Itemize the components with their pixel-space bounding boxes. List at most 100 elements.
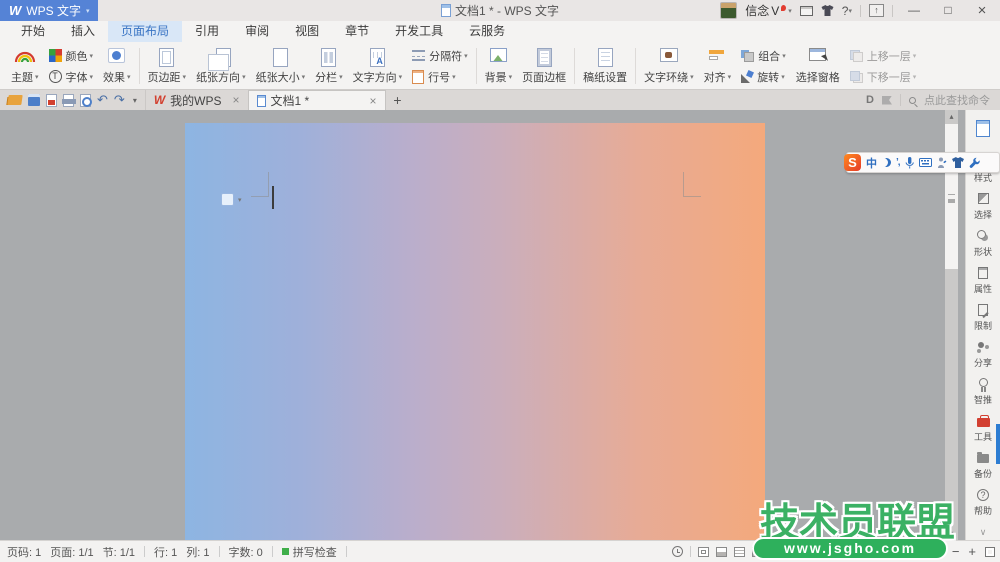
outline-view-icon[interactable] [734,547,745,557]
colors-button[interactable]: 颜色▾ [47,48,96,64]
breaks-button[interactable]: 分隔符▾ [410,48,470,64]
thumb-grip-icon [948,194,955,199]
send-backward-button[interactable]: 下移一层▾ [848,69,919,85]
text-wrap-button[interactable]: 文字环绕▾ [639,44,699,88]
tab-review[interactable]: 审阅 [232,21,282,42]
close-tab-icon[interactable]: × [370,94,377,108]
maximize-button[interactable]: □ [935,0,961,21]
sidebar-item-properties[interactable]: 属性 [966,262,1000,299]
skin-button[interactable] [821,5,834,16]
tab-document1[interactable]: 文档1 * × [248,90,386,110]
minimize-button[interactable]: — [901,0,927,21]
sidebar-item-share[interactable]: 分享 [966,336,1000,373]
tab-section[interactable]: 章节 [332,21,382,42]
sidebar-more-chevron-icon[interactable]: ∨ [980,527,987,538]
ime-keyboard-button[interactable] [919,158,932,167]
export-pdf-button[interactable] [46,94,57,107]
tab-home[interactable]: 开始 [8,21,58,42]
sidebar-item-smart-recommend[interactable]: 智推 [966,373,1000,410]
tab-page-layout[interactable]: 页面布局 [108,21,182,42]
rainbow-icon [14,48,36,63]
tab-my-wps[interactable]: W 我的WPS × [145,90,248,110]
ime-handwriting-button[interactable] [937,157,947,168]
close-tab-icon[interactable]: × [233,93,240,107]
orientation-button[interactable]: 纸张方向▾ [191,44,251,88]
fonts-button[interactable]: T 字体▾ [47,69,96,85]
status-bar-view-icons [672,546,763,557]
background-button[interactable]: 背景▾ [480,44,518,88]
paste-options-tag[interactable] [221,193,234,206]
undo-button[interactable]: ↶ [97,92,108,108]
sidebar-item-select[interactable]: 选择 [966,188,1000,225]
spell-check-button[interactable]: 拼写检查 [282,544,337,560]
shirt-icon [952,157,964,168]
feedback-button[interactable] [800,6,813,16]
ime-voice-button[interactable] [905,157,914,169]
text-direction-button[interactable]: 文字方向▾ [348,44,408,88]
tab-insert[interactable]: 插入 [58,21,108,42]
ribbon-divider [574,48,575,84]
align-button[interactable]: 对齐▾ [699,44,737,88]
history-icon[interactable] [672,546,683,557]
ribbon-group-manuscript: 稿纸设置 [578,44,632,88]
tab-references[interactable]: 引用 [182,21,232,42]
collapse-ribbon-button[interactable]: ↑ [869,4,884,17]
manuscript-button[interactable]: 稿纸设置 [578,44,632,88]
help-button[interactable]: ? ▾ [842,4,852,18]
sidebar-item-tools[interactable]: 工具 [966,410,1000,447]
line-numbers-button[interactable]: 行号▾ [410,69,470,85]
sidebar-item-shapes[interactable]: 形状 [966,225,1000,262]
print-preview-button[interactable] [80,94,91,107]
theme-button[interactable]: 主题▾ [6,44,44,88]
tab-view[interactable]: 视图 [282,21,332,42]
margins-button[interactable]: 页边距▾ [143,44,192,88]
zoom-in-button[interactable]: + [968,544,976,559]
status-word-count[interactable]: 字数: 0 [229,544,263,560]
ime-fullwidth-button[interactable] [882,158,891,167]
ime-punctuation-button[interactable]: ’, [896,157,900,168]
ribbon-group-page-setup: 页边距▾ 纸张方向▾ 纸张大小▾ 分栏▾ 文字方向▾ 分隔符▾ 行号▾ [143,44,473,88]
page-border-button[interactable]: 页面边框 [517,44,571,88]
sidebar-item-help[interactable]: ? 帮助 [966,484,1000,521]
ime-skin-button[interactable] [952,157,964,168]
ime-toolbox-button[interactable] [969,157,980,168]
sidebar-item-backup[interactable]: 备份 [966,447,1000,484]
command-search-input[interactable]: 点此查找命令 [924,92,990,108]
new-tab-button[interactable]: + [386,90,410,110]
doc-mode-icon[interactable]: D [866,94,874,106]
fit-page-icon[interactable] [985,547,995,557]
paper-size-button[interactable]: 纸张大小▾ [251,44,311,88]
fullscreen-view-icon[interactable] [698,547,709,557]
sidebar-item-restrict[interactable]: 限制 [966,299,1000,336]
effects-button[interactable]: 效果▾ [98,44,136,88]
ime-language-mode[interactable]: 中 [866,155,877,171]
new-document-icon[interactable] [976,120,990,137]
columns-button[interactable]: 分栏▾ [310,44,348,88]
switch-window-icon[interactable] [882,96,892,105]
layer-substack: 上移一层▾ 下移一层▾ [845,44,922,88]
microphone-icon [905,157,914,169]
background-icon [490,48,507,62]
scrollbar-thumb[interactable] [945,124,958,269]
tab-cloud[interactable]: 云服务 [456,21,518,42]
scroll-up-arrow[interactable]: ▴ [945,110,958,123]
rotate-button[interactable]: 旋转▾ [739,69,788,85]
margin-corner-mark-right [683,172,701,197]
save-button[interactable] [28,94,40,106]
sogou-logo-icon[interactable]: S [844,154,861,171]
user-avatar[interactable] [720,2,737,19]
page-view-icon[interactable] [716,547,727,557]
group-button[interactable]: 组合▾ [739,48,788,64]
bring-forward-button[interactable]: 上移一层▾ [848,48,919,64]
vertical-scrollbar[interactable]: ▴ ▾ [945,110,958,540]
open-button[interactable] [8,95,22,105]
selection-pane-button[interactable]: 选择窗格 [791,44,845,88]
customize-quick-access-button[interactable]: ▾ [133,96,137,105]
divider [900,94,901,106]
account-button[interactable]: 信念 V ▾ [745,2,792,19]
tab-developer[interactable]: 开发工具 [382,21,456,42]
wps-menu-button[interactable]: W WPS 文字 ▾ [0,0,98,21]
close-button[interactable]: × [969,0,995,21]
redo-button[interactable]: ↷ [114,92,125,108]
print-button[interactable] [63,94,74,107]
